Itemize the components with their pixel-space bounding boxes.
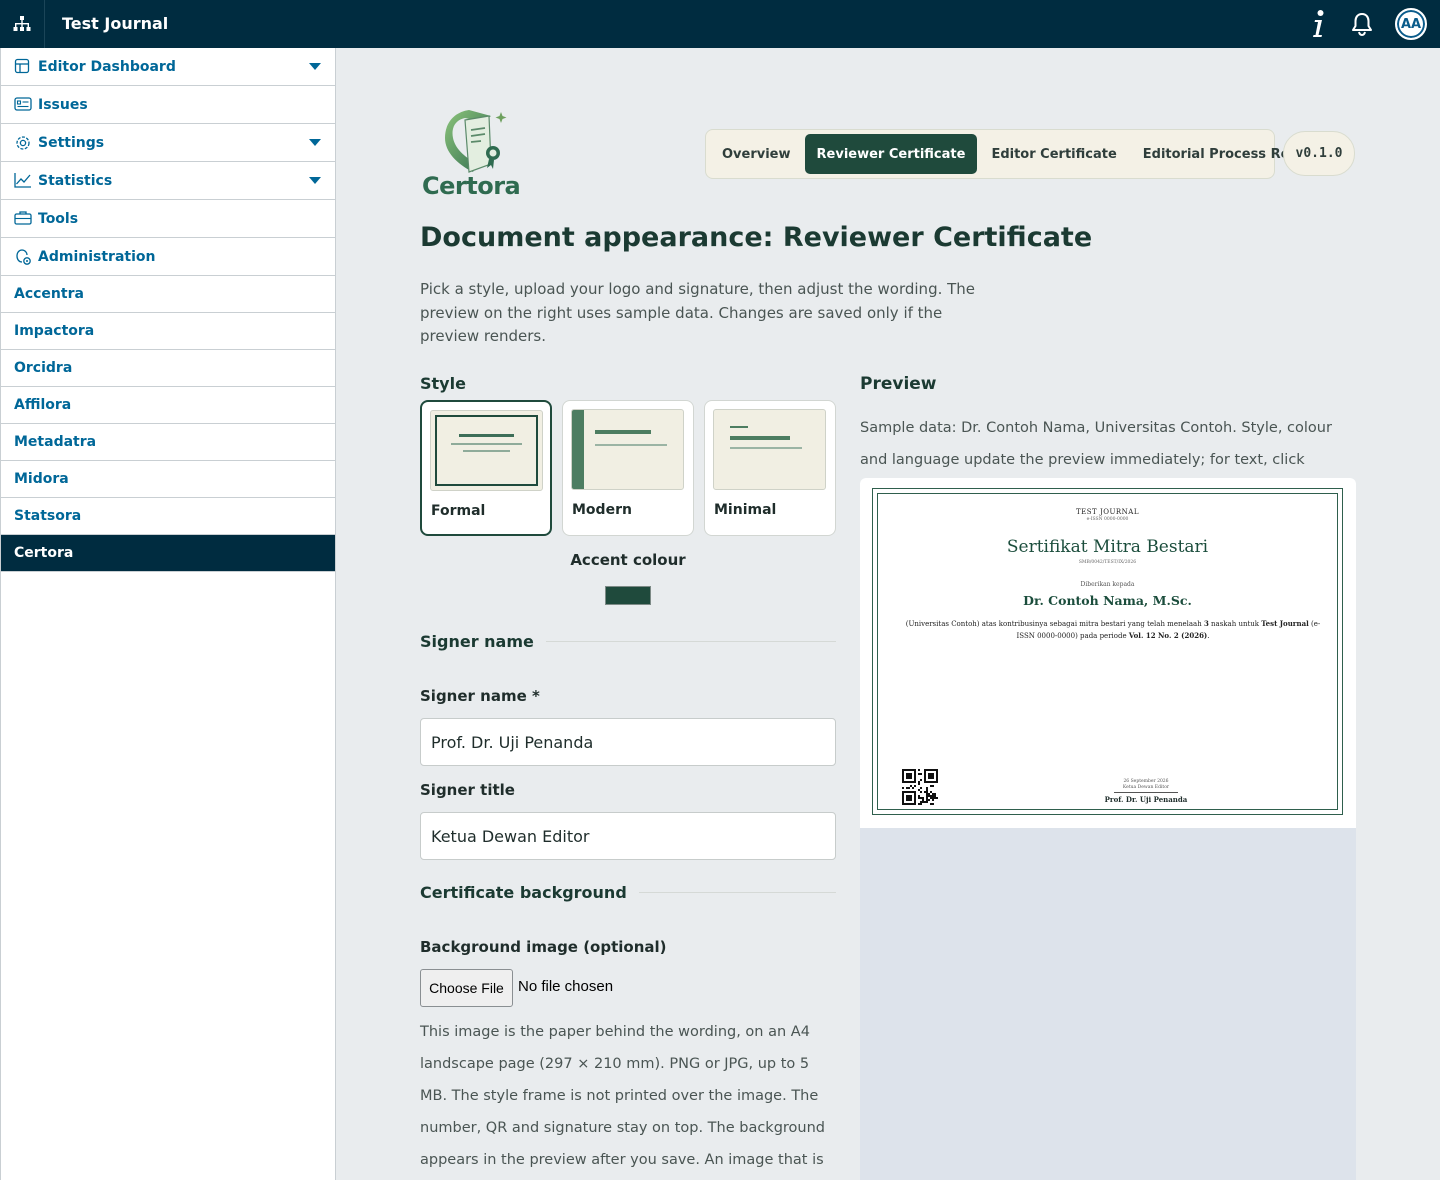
top-bar: Test Journal AA bbox=[0, 0, 1440, 48]
section-title: Certificate background bbox=[420, 883, 627, 902]
sidebar-item-impactora[interactable]: Impactora bbox=[1, 313, 335, 350]
certificate-frame: TEST JOURNAL e-ISSN 0000-0000 Sertifikat… bbox=[872, 488, 1343, 815]
sidebar-item-metadatra[interactable]: Metadatra bbox=[1, 424, 335, 461]
background-image-label: Background image (optional) bbox=[420, 938, 667, 956]
journal-title[interactable]: Test Journal bbox=[62, 0, 168, 48]
sidebar-item-label: Tools bbox=[38, 210, 79, 227]
sidebar-item-statistics[interactable]: Statistics bbox=[1, 162, 335, 200]
tab-reviewer-certificate[interactable]: Reviewer Certificate bbox=[804, 134, 978, 174]
sidebar-nav: Editor Dashboard Issues Settings Statist… bbox=[0, 48, 336, 1180]
sidebar-item-midora[interactable]: Midora bbox=[1, 461, 335, 498]
accent-colour-label: Accent colour bbox=[570, 551, 686, 569]
gear-icon bbox=[14, 134, 32, 152]
page-intro: Pick a style, upload your logo and signa… bbox=[420, 280, 976, 345]
style-label: Style bbox=[420, 374, 466, 393]
style-option-label: Minimal bbox=[714, 502, 777, 518]
section-title: Signer name bbox=[420, 632, 534, 651]
sidebar-item-issues[interactable]: Issues bbox=[1, 86, 335, 124]
toolbox-icon bbox=[14, 210, 32, 228]
info-button[interactable] bbox=[1305, 8, 1331, 40]
background-help-text: This image is the paper behind the wordi… bbox=[420, 1024, 826, 1168]
style-option-modern[interactable]: Modern bbox=[562, 400, 694, 536]
style-option-label: Modern bbox=[572, 502, 632, 518]
accent-colour-picker[interactable] bbox=[605, 586, 651, 605]
tab-editor-certificate[interactable]: Editor Certificate bbox=[979, 134, 1128, 174]
cert-journal-name: TEST JOURNAL bbox=[1075, 508, 1139, 516]
chevron-down-icon bbox=[309, 63, 321, 70]
dashboard-icon bbox=[14, 58, 32, 76]
section-divider bbox=[638, 892, 836, 893]
certora-logo-text: Certora bbox=[422, 172, 521, 200]
issues-icon bbox=[14, 96, 32, 114]
signer-name-label: Signer name * bbox=[420, 687, 540, 705]
sidebar-item-label: Editor Dashboard bbox=[38, 58, 176, 75]
cert-signer-name: Prof. Dr. Uji Penanda bbox=[1104, 795, 1188, 804]
cert-issn: e-ISSN 0000-0000 bbox=[1086, 517, 1129, 522]
page-title: Document appearance: Reviewer Certificat… bbox=[420, 222, 1093, 253]
signer-title-label: Signer title bbox=[420, 781, 515, 799]
sidebar-item-label: Administration bbox=[38, 248, 156, 265]
sidebar-item-label: Statistics bbox=[38, 172, 113, 189]
sidebar-item-administration[interactable]: Administration bbox=[1, 238, 335, 276]
sidebar-item-accentra[interactable]: Accentra bbox=[1, 276, 335, 313]
admin-icon bbox=[14, 248, 32, 266]
chevron-down-icon bbox=[309, 139, 321, 146]
certificate-inner-frame: TEST JOURNAL e-ISSN 0000-0000 Sertifikat… bbox=[877, 493, 1338, 810]
sidebar-item-certora[interactable]: Certora bbox=[1, 535, 335, 572]
file-status: No file chosen bbox=[518, 978, 614, 995]
certificate-preview: TEST JOURNAL e-ISSN 0000-0000 Sertifikat… bbox=[860, 478, 1356, 828]
sitemap-icon bbox=[13, 16, 31, 31]
cert-signature-block: 26 September 2026 Ketua Dewan Editor Pro… bbox=[1105, 779, 1188, 804]
version-badge: v0.1.0 bbox=[1283, 131, 1355, 176]
notifications-button[interactable] bbox=[1349, 11, 1375, 37]
info-icon bbox=[1313, 10, 1324, 37]
preview-heading: Preview bbox=[860, 374, 937, 394]
cert-body: (Universitas Contoh) atas kontribusinya … bbox=[905, 619, 1321, 640]
signer-section-heading: Signer name bbox=[420, 632, 836, 651]
cert-given-to: Diberikan kepada bbox=[1080, 581, 1135, 588]
sidebar-item-statsora[interactable]: Statsora bbox=[1, 498, 335, 535]
minimal-style-thumbnail bbox=[713, 409, 826, 490]
plugin-tabs: Overview Reviewer Certificate Editor Cer… bbox=[705, 129, 1322, 179]
sidebar-item-label: Settings bbox=[38, 134, 105, 151]
style-option-formal[interactable]: Formal bbox=[420, 400, 552, 536]
cert-number: SMB/0042/TEST/IX/2026 bbox=[1078, 560, 1137, 565]
signer-name-input[interactable] bbox=[420, 718, 836, 766]
choose-file-button[interactable]: Choose File bbox=[420, 969, 513, 1007]
sitemap-menu-button[interactable] bbox=[0, 0, 45, 48]
preview-area: TEST JOURNAL e-ISSN 0000-0000 Sertifikat… bbox=[860, 478, 1356, 1180]
formal-style-thumbnail bbox=[430, 410, 543, 491]
sidebar-item-orcidra[interactable]: Orcidra bbox=[1, 350, 335, 387]
style-option-minimal[interactable]: Minimal bbox=[704, 400, 836, 536]
sidebar-item-editor-dashboard[interactable]: Editor Dashboard bbox=[1, 48, 335, 86]
background-section-heading: Certificate background bbox=[420, 883, 836, 902]
cert-title: Sertifikat Mitra Bestari bbox=[1006, 537, 1209, 557]
sidebar-item-affilora[interactable]: Affilora bbox=[1, 387, 335, 424]
cert-signer-role: Ketua Dewan Editor bbox=[1114, 785, 1178, 793]
bell-icon bbox=[1352, 13, 1372, 37]
chevron-down-icon bbox=[309, 177, 321, 184]
cert-recipient: Dr. Contoh Nama, M.Sc. bbox=[1023, 593, 1192, 608]
style-option-label: Formal bbox=[431, 503, 486, 519]
sidebar-item-tools[interactable]: Tools bbox=[1, 200, 335, 238]
sidebar-item-settings[interactable]: Settings bbox=[1, 124, 335, 162]
tab-overview[interactable]: Overview bbox=[710, 134, 803, 174]
section-divider bbox=[545, 641, 836, 642]
chart-icon bbox=[14, 172, 32, 190]
qr-code-icon bbox=[902, 769, 938, 805]
user-avatar[interactable]: AA bbox=[1395, 8, 1427, 40]
signer-title-input[interactable] bbox=[420, 812, 836, 860]
sidebar-item-label: Issues bbox=[38, 96, 88, 113]
modern-style-thumbnail bbox=[571, 409, 684, 490]
